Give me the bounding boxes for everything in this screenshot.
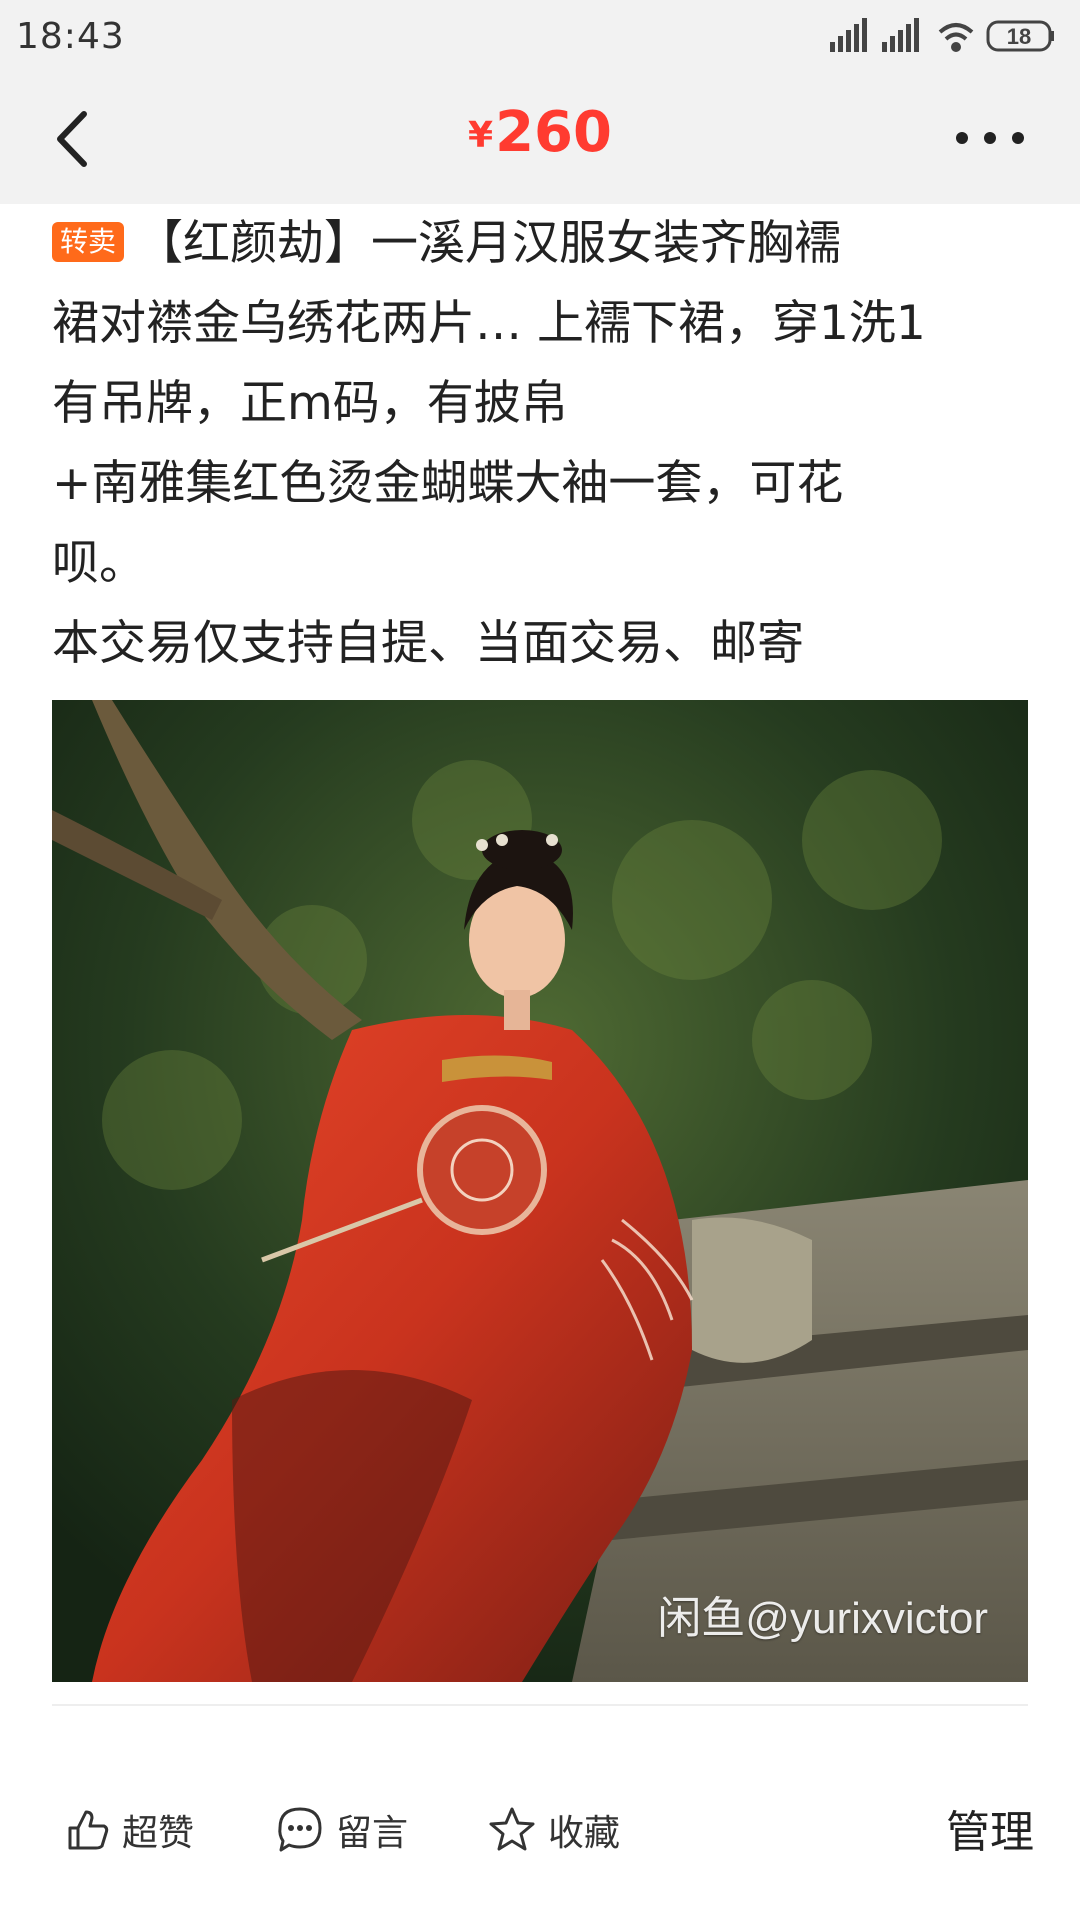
favorite-button[interactable]: 收藏 xyxy=(486,1790,620,1870)
photo-watermark: 闲鱼@yurixvictor xyxy=(657,1594,988,1643)
comment-bubble-icon xyxy=(278,1807,322,1852)
currency-symbol: ¥ xyxy=(468,115,494,156)
wifi-icon xyxy=(938,23,974,52)
like-label: 超赞 xyxy=(122,1813,195,1854)
favorite-label: 收藏 xyxy=(548,1813,621,1854)
status-time: 18:43 xyxy=(16,16,125,57)
photo-illustration xyxy=(52,700,1028,1682)
description-line: 有吊牌，正m码，有披帛 xyxy=(52,376,568,431)
product-photo[interactable]: 闲鱼@yurixvictor xyxy=(52,700,1028,1682)
price-amount: 260 xyxy=(495,100,612,165)
signal-icon-2 xyxy=(882,18,919,52)
more-options-button[interactable] xyxy=(940,118,1040,158)
listing-description: 转卖 【红颜劫】一溪月汉服女装齐胸襦 裙对襟金乌绣花两片… 上襦下裙，穿1洗1 有… xyxy=(52,204,1032,684)
signal-icon xyxy=(830,18,867,52)
status-icons: 18 xyxy=(830,18,1054,52)
description-line: 裙对襟金乌绣花两片… 上襦下裙，穿1洗1 xyxy=(52,296,926,351)
star-icon xyxy=(489,1807,535,1851)
like-button[interactable]: 超赞 xyxy=(64,1790,194,1870)
comment-button[interactable]: 留言 xyxy=(274,1790,408,1870)
manage-button[interactable]: 管理 xyxy=(946,1796,1034,1860)
description-line: 呗。 xyxy=(52,536,146,591)
battery-level: 18 xyxy=(1007,24,1031,49)
description-text: 【红颜劫】一溪月汉服女装齐胸襦 xyxy=(136,216,842,271)
resale-tag: 转卖 xyxy=(52,222,125,262)
price-display: ¥260 xyxy=(0,100,1080,165)
status-bar: 18:43 18 xyxy=(0,0,1080,76)
more-dots-icon xyxy=(956,132,1024,144)
divider xyxy=(52,1704,1028,1706)
nav-bar: ¥260 xyxy=(0,76,1080,204)
description-line: 本交易仅支持自提、当面交易、邮寄 xyxy=(52,616,804,671)
description-line: 转卖 【红颜劫】一溪月汉服女装齐胸襦 xyxy=(52,204,1032,284)
description-line: +南雅集红色烫金蝴蝶大袖一套，可花 xyxy=(52,456,844,511)
action-bar: 超赞 留言 收藏 管理 xyxy=(0,1780,1080,1880)
comment-label: 留言 xyxy=(336,1813,409,1854)
thumbs-up-icon xyxy=(68,1810,109,1850)
